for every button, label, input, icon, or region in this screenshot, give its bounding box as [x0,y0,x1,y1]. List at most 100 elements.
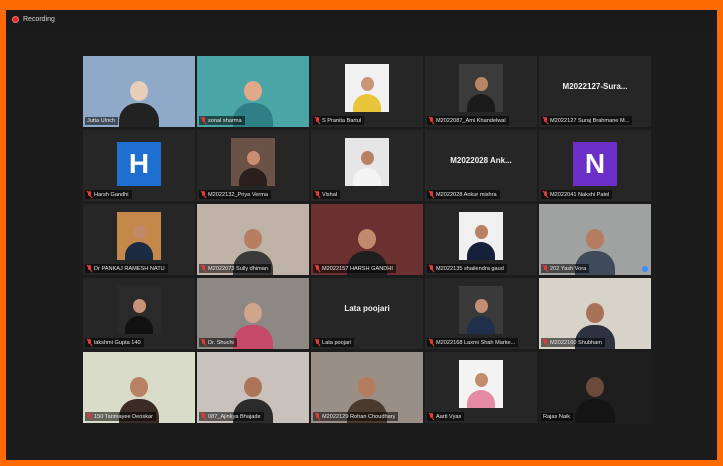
participant-tile[interactable]: Aarti Vyas [425,352,537,423]
participant-head [130,377,148,397]
participant-tile[interactable]: M2022157 HARSH GANDHI [311,204,423,275]
participant-tile[interactable]: M2022087_Ami Khandelwal [425,56,537,127]
mic-muted-icon [201,117,206,124]
participant-name: M2022087_Ami Khandelwal [436,117,506,124]
participant-tile[interactable]: 150 Tanmayee Deoskar [83,352,195,423]
participant-figure [124,294,154,334]
participant-head [360,151,374,165]
reaction-icon [642,266,648,272]
participant-name-label: M2022129 Rohan Choudhary [313,412,399,421]
participant-tile[interactable]: M2022168 Laxmi Shah Marke... [425,278,537,349]
participant-figure [466,220,496,260]
participant-figure [352,146,382,186]
participant-avatar: H [117,142,161,186]
participant-name: 202 Yash Vora [550,265,587,272]
participant-name-label: M2022168 Laxmi Shah Marke... [427,338,519,347]
participant-name-label: 087_Ajinkya Bhajade [199,412,264,421]
participant-name-label: M2022157 HARSH GANDHI [313,264,396,273]
record-icon [12,16,19,23]
participant-head [244,81,262,101]
participant-name: M2022028 Ankur mishra [436,191,497,198]
participant-tile[interactable]: H Harsh Gandhi [83,130,195,201]
participant-name-label: Lata poojari [313,338,355,347]
participant-name-label: Rajas Naik [541,413,574,421]
participant-name-label: lakshmi Gupta 140 [85,338,144,347]
participant-photo [117,212,161,260]
participant-name: Dr. Shuchi [208,339,234,346]
participant-photo [117,286,161,334]
participant-name: 087_Ajinkya Bhajade [208,413,261,420]
participant-name: Aarti Vyas [436,413,462,420]
participant-name: Vishal [322,191,338,198]
participant-body [125,316,153,334]
participant-head [132,225,146,239]
mic-muted-icon [429,265,434,272]
participant-name: M2022041 Nakshi Patel [550,191,610,198]
participant-tile[interactable]: N M2022041 Nakshi Patel [539,130,651,201]
participant-name: Lata poojari [322,339,352,346]
participant-tile[interactable]: 087_Ajinkya Bhajade [197,352,309,423]
participant-tile[interactable]: Vishal [311,130,423,201]
participant-tile[interactable]: M2022160 Shubham [539,278,651,349]
mic-muted-icon [429,339,434,346]
mic-muted-icon [87,265,92,272]
top-bar: Recording [6,10,717,32]
participant-tile[interactable]: Rajas Naik [539,352,651,423]
participant-tile[interactable]: M2022132_Priya Verma [197,130,309,201]
gallery-grid: Jutta Ulrich sonal sharma S Pranita Bartul… [83,56,651,423]
participant-name-label: Vishal [313,190,341,199]
participant-figure [238,146,268,186]
participant-figure [232,299,274,349]
participant-name-label: Jutta Ulrich [85,117,118,125]
mic-muted-icon [429,117,434,124]
participant-name-label: Dr. Shuchi [199,338,237,347]
participant-body [233,325,273,349]
participant-name-label: M2022135 shailendra gaud [427,264,507,273]
mic-muted-icon [201,339,206,346]
participant-name-label: M2022127 Suraj Brahmane M... [541,116,633,125]
mic-muted-icon [201,191,206,198]
participant-head [474,77,488,91]
participant-name-label: M2022132_Priya Verma [199,190,272,199]
participant-tile[interactable]: Lata poojari Lata poojari [311,278,423,349]
participant-tile[interactable]: M2022129 Rohan Choudhary [311,352,423,423]
participant-tile[interactable]: 202 Yash Vora [539,204,651,275]
participant-photo [459,360,503,408]
participant-name-label: M2022028 Ankur mishra [427,190,500,199]
participant-photo [459,286,503,334]
participant-photo [459,64,503,112]
participant-name: M2022157 HARSH GANDHI [322,265,393,272]
mic-muted-icon [201,413,206,420]
participant-body [467,390,495,408]
participant-tile[interactable]: M2022127-Sura... M2022127 Suraj Brahmane … [539,56,651,127]
participant-tile[interactable]: Dr. Shuchi [197,278,309,349]
participant-name-label: Dr PANKAJ RAMESH NATU [85,264,168,273]
participant-name: sonal sharma [208,117,242,124]
participant-tile[interactable]: sonal sharma [197,56,309,127]
recording-indicator[interactable]: Recording [12,16,55,23]
participant-head [360,77,374,91]
participant-figure [466,72,496,112]
participant-name: M2022129 Rohan Choudhary [322,413,396,420]
participant-tile[interactable]: M2022135 shailendra gaud [425,204,537,275]
participant-body [353,94,381,112]
participant-tile[interactable]: S Pranita Bartul [311,56,423,127]
participant-tile[interactable]: Jutta Ulrich [83,56,195,127]
mic-muted-icon [543,117,548,124]
mic-muted-icon [315,413,320,420]
participant-photo [345,64,389,112]
participant-tile[interactable]: M2022028 Ank... M2022028 Ankur mishra [425,130,537,201]
participant-name: M2022073 Sully dhiman [208,265,269,272]
participant-head [244,377,262,397]
participant-avatar: N [573,142,617,186]
participant-tile[interactable]: lakshmi Gupta 140 [83,278,195,349]
participant-head [244,303,262,323]
participant-display-name: M2022028 Ank... [450,156,512,165]
participant-name-label: M2022087_Ami Khandelwal [427,116,509,125]
participant-name: Jutta Ulrich [87,118,115,124]
participant-tile[interactable]: M2022073 Sully dhiman [197,204,309,275]
mic-muted-icon [87,339,92,346]
participant-body [239,168,267,186]
participant-tile[interactable]: Dr PANKAJ RAMESH NATU [83,204,195,275]
participant-head [474,299,488,313]
